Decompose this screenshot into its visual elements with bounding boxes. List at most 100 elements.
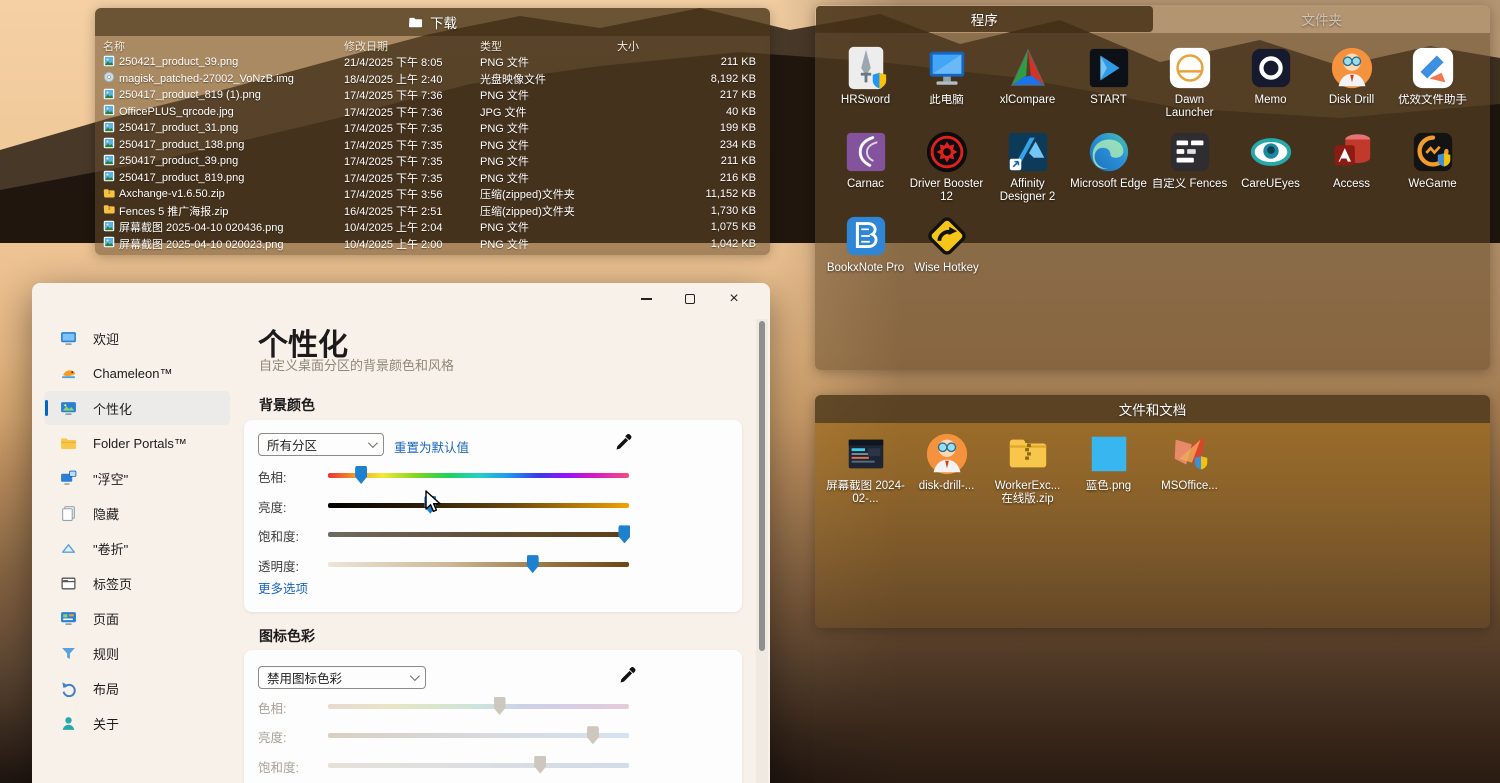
sidebar-item[interactable]: 欢迎 bbox=[44, 321, 230, 355]
desktop-icon[interactable]: Driver Booster 12 bbox=[906, 129, 987, 211]
file-name[interactable]: magisk_patched-27002_VoNzB.img bbox=[119, 73, 294, 85]
file-type: 压缩(zipped)文件夹 bbox=[480, 186, 617, 202]
zone-select[interactable]: 所有分区 bbox=[258, 433, 384, 456]
desktop-icon[interactable]: BookxNote Pro bbox=[825, 213, 906, 295]
desktop-icon[interactable]: Dawn Launcher bbox=[1149, 45, 1230, 127]
reset-default-link[interactable]: 重置为默认值 bbox=[394, 437, 469, 456]
desktop-icon[interactable]: Wise Hotkey bbox=[906, 213, 987, 295]
screenshot-icon bbox=[843, 431, 889, 477]
slider-track[interactable] bbox=[328, 704, 629, 709]
sidebar-item[interactable]: 布局 bbox=[44, 671, 230, 705]
eyedropper-icon[interactable] bbox=[618, 665, 638, 685]
desktop-icon[interactable]: HRSword bbox=[825, 45, 906, 127]
slider-thumb[interactable] bbox=[527, 555, 539, 573]
start-icon bbox=[1086, 45, 1132, 91]
slider-thumb[interactable] bbox=[494, 697, 506, 715]
desktop-icon[interactable]: 优效文件助手 bbox=[1392, 45, 1473, 127]
file-type: PNG 文件 bbox=[480, 137, 617, 153]
file-type: PNG 文件 bbox=[480, 219, 617, 235]
slider-thumb[interactable] bbox=[355, 466, 367, 484]
desktop-icon[interactable]: disk-drill-... bbox=[906, 431, 987, 513]
slider-track[interactable] bbox=[328, 532, 629, 537]
desktop-icon-label: 优效文件助手 bbox=[1393, 94, 1473, 107]
desktop-icon[interactable]: WorkerExc... 在线版.zip bbox=[987, 431, 1068, 513]
desktop-icon[interactable]: Access bbox=[1311, 129, 1392, 211]
slider-thumb[interactable] bbox=[587, 726, 599, 744]
desktop-icon[interactable]: Carnac bbox=[825, 129, 906, 211]
hide-icon bbox=[60, 505, 77, 522]
zone-select-value: 所有分区 bbox=[267, 435, 317, 454]
desktop-icon[interactable]: Affinity Designer 2 bbox=[987, 129, 1068, 211]
desktop-icon[interactable]: 屏幕截图 2024-02-... bbox=[825, 431, 906, 513]
file-date: 17/4/2025 下午 3:56 bbox=[344, 186, 480, 202]
eyedropper-icon[interactable] bbox=[614, 432, 634, 452]
file-name[interactable]: Fences 5 推广海报.zip bbox=[119, 203, 228, 219]
more-options-link[interactable]: 更多选项 bbox=[258, 578, 308, 597]
slider-track[interactable] bbox=[328, 503, 629, 508]
png-icon bbox=[103, 137, 115, 152]
file-name[interactable]: 250417_product_138.png bbox=[119, 139, 244, 151]
file-name[interactable]: 屏幕截图 2025-04-10 020436.png bbox=[119, 219, 284, 235]
desktop-icon[interactable]: START bbox=[1068, 45, 1149, 127]
float-icon bbox=[60, 470, 77, 487]
desktop-icon[interactable]: Microsoft Edge bbox=[1068, 129, 1149, 211]
file-type: PNG 文件 bbox=[480, 87, 617, 103]
desktop-icon-label: 此电脑 bbox=[907, 94, 987, 107]
slider-thumb[interactable] bbox=[618, 525, 630, 543]
fence-tab[interactable]: 程序 bbox=[816, 6, 1153, 32]
desktop-icon[interactable]: CareUEyes bbox=[1230, 129, 1311, 211]
sidebar-item[interactable]: 规则 bbox=[44, 636, 230, 670]
file-type: PNG 文件 bbox=[480, 120, 617, 136]
desktop-icon[interactable]: Disk Drill bbox=[1311, 45, 1392, 127]
file-name[interactable]: 250417_product_819 (1).png bbox=[119, 89, 261, 101]
files-fence-titlebar[interactable]: 文件和文档 bbox=[815, 395, 1490, 423]
file-name[interactable]: 250417_product_39.png bbox=[119, 155, 238, 167]
sidebar-item-label: 页面 bbox=[93, 609, 119, 628]
sidebar-item[interactable]: 隐藏 bbox=[44, 496, 230, 530]
zipfolder-icon bbox=[1005, 431, 1051, 477]
sidebar-item[interactable]: 个性化 bbox=[44, 391, 230, 425]
file-name[interactable]: 250421_product_39.png bbox=[119, 56, 238, 68]
slider-row: 饱和度: bbox=[244, 525, 742, 545]
sidebar-item[interactable]: 页面 bbox=[44, 601, 230, 635]
file-name[interactable]: 屏幕截图 2025-04-10 020023.png bbox=[119, 236, 284, 252]
slider-track[interactable] bbox=[328, 473, 629, 478]
careueyes-icon bbox=[1248, 129, 1294, 175]
slider-track[interactable] bbox=[328, 763, 629, 768]
desktop-icon[interactable]: Memo bbox=[1230, 45, 1311, 127]
sidebar-item[interactable]: 关于 bbox=[44, 706, 230, 740]
file-name[interactable]: 250417_product_31.png bbox=[119, 122, 238, 134]
settings-content: 个性化 自定义桌面分区的背景颜色和风格 背景颜色 所有分区 重置为默认值 色相: bbox=[244, 283, 744, 783]
slider-track[interactable] bbox=[328, 562, 629, 567]
sidebar-item[interactable]: Folder Portals™ bbox=[44, 426, 230, 460]
file-name[interactable]: OfficePLUS_qrcode.jpg bbox=[119, 106, 234, 118]
png-icon bbox=[103, 220, 115, 235]
desktop-icon-label: xlCompare bbox=[988, 94, 1068, 107]
slider-track[interactable] bbox=[328, 733, 629, 738]
sidebar-item[interactable]: "卷折" bbox=[44, 531, 230, 565]
window-scrollbar[interactable] bbox=[756, 319, 768, 783]
sidebar-item[interactable]: Chameleon™ bbox=[44, 356, 230, 390]
desktop-icon-label: 蓝色.png bbox=[1069, 480, 1149, 493]
scrollbar-thumb[interactable] bbox=[759, 321, 765, 651]
desktop-icon-label: CareUEyes bbox=[1231, 178, 1311, 191]
file-name[interactable]: 250417_product_819.png bbox=[119, 172, 244, 184]
sidebar-item[interactable]: 标签页 bbox=[44, 566, 230, 600]
fence-tab[interactable]: 文件夹 bbox=[1154, 5, 1491, 33]
slider-row: 饱和度: bbox=[244, 756, 742, 776]
icon-color-mode-select[interactable]: 禁用图标色彩 bbox=[258, 666, 426, 689]
file-name[interactable]: Axchange-v1.6.50.zip bbox=[119, 188, 225, 200]
desktop-icon[interactable]: 此电脑 bbox=[906, 45, 987, 127]
desktop-icon[interactable]: 蓝色.png bbox=[1068, 431, 1149, 513]
slider-row: 亮度: bbox=[244, 726, 742, 746]
slider-thumb[interactable] bbox=[534, 756, 546, 774]
desktop-icon[interactable]: xlCompare bbox=[987, 45, 1068, 127]
sidebar-item[interactable]: "浮空" bbox=[44, 461, 230, 495]
file-date: 16/4/2025 下午 2:51 bbox=[344, 203, 480, 219]
file-type: 光盘映像文件 bbox=[480, 71, 617, 87]
desktop-icon[interactable]: 自定义 Fences bbox=[1149, 129, 1230, 211]
desktop-icon[interactable]: WeGame bbox=[1392, 129, 1473, 211]
desktop-icon[interactable]: MSOffice... bbox=[1149, 431, 1230, 513]
downloads-fence-titlebar[interactable]: 下载 bbox=[95, 8, 770, 36]
sidebar-item-label: "浮空" bbox=[93, 469, 128, 488]
